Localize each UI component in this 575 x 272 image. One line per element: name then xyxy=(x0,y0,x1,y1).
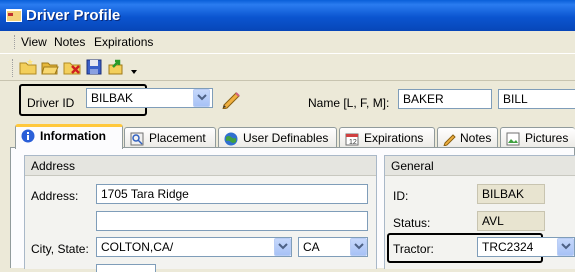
tractor-label: Tractor: xyxy=(393,242,434,256)
tab-label: Pictures xyxy=(525,131,569,145)
tab-label: Information xyxy=(40,129,106,143)
tab-label: Notes xyxy=(460,131,492,145)
status-label: Status: xyxy=(393,216,431,230)
driver-profile-window: Driver Profile View Notes Expirations Dr… xyxy=(0,0,575,272)
city-dropdown-button[interactable] xyxy=(274,238,291,256)
tab-label: User Definables xyxy=(243,131,329,145)
app-icon xyxy=(6,9,22,22)
tab-notes[interactable]: Notes xyxy=(437,127,498,148)
address-group: Address Address: 1705 Tara Ridge City, S… xyxy=(24,155,377,272)
chevron-down-icon xyxy=(561,243,571,250)
menu-grip xyxy=(14,35,17,49)
address-label: Address: xyxy=(31,189,79,203)
globe-icon xyxy=(224,132,238,146)
profile-tabs: Information Placement User Definables 12 xyxy=(0,124,575,149)
tab-label: Expirations xyxy=(364,131,424,145)
last-name-field[interactable]: BAKER xyxy=(398,89,492,109)
svg-text:12: 12 xyxy=(349,139,357,146)
tab-expirations[interactable]: 12 Expirations xyxy=(339,127,435,148)
open-folder-icon[interactable] xyxy=(41,58,59,76)
export-icon[interactable] xyxy=(107,58,125,76)
chevron-down-icon xyxy=(278,243,288,250)
general-header: General xyxy=(385,156,575,176)
chevron-down-icon xyxy=(197,94,207,101)
title-bar[interactable]: Driver Profile xyxy=(0,0,575,31)
toolbar-grip xyxy=(12,59,15,77)
overflow-chevron-icon[interactable] xyxy=(129,62,139,76)
state-dropdown-button[interactable] xyxy=(350,238,367,256)
tab-user-definables[interactable]: User Definables xyxy=(218,127,337,148)
general-id-label: ID: xyxy=(393,189,409,203)
tab-information[interactable]: Information xyxy=(15,124,123,149)
address-line-2-field[interactable] xyxy=(96,211,368,231)
menu-expirations[interactable]: Expirations xyxy=(94,35,153,49)
information-panel: Address Address: 1705 Tara Ridge City, S… xyxy=(10,147,575,272)
chevron-down-icon xyxy=(354,243,364,250)
pencil-icon xyxy=(443,134,456,146)
calendar-icon: 12 xyxy=(345,133,359,146)
info-icon xyxy=(21,129,35,143)
new-folder-icon[interactable] xyxy=(19,58,37,76)
zip-field[interactable] xyxy=(96,264,156,272)
general-group: General ID: BILBAK Status: AVL Tractor: … xyxy=(384,155,575,269)
tractor-dropdown-button[interactable] xyxy=(557,238,574,256)
tab-placement[interactable]: Placement xyxy=(124,127,216,148)
edit-pencil-icon[interactable] xyxy=(220,89,242,109)
first-name-field[interactable]: BILL xyxy=(498,89,575,109)
city-combo[interactable]: COLTON,CA/ xyxy=(96,237,292,257)
tab-label: Placement xyxy=(149,131,206,145)
name-label: Name [L, F, M]: xyxy=(308,96,390,110)
window-title: Driver Profile xyxy=(26,7,121,24)
tab-pictures[interactable]: Pictures xyxy=(500,127,575,148)
driver-id-label: Driver ID xyxy=(27,96,75,110)
toolbar xyxy=(0,53,575,81)
general-id-value: BILBAK xyxy=(477,184,545,204)
address-line-1-field[interactable]: 1705 Tara Ridge xyxy=(96,184,368,204)
driver-id-row: Driver ID BILBAK Name [L, F, M]: BAKER B… xyxy=(0,82,575,122)
pictures-icon xyxy=(506,132,520,146)
driver-id-dropdown-button[interactable] xyxy=(193,89,210,107)
placement-icon xyxy=(130,132,144,146)
city-state-label: City, State: xyxy=(31,242,89,256)
save-icon[interactable] xyxy=(85,58,103,76)
status-value: AVL xyxy=(477,211,545,231)
menu-view[interactable]: View xyxy=(21,35,47,49)
delete-icon[interactable] xyxy=(63,58,81,76)
menu-bar: View Notes Expirations xyxy=(0,31,575,53)
address-header: Address xyxy=(25,156,376,176)
menu-notes[interactable]: Notes xyxy=(54,35,85,49)
